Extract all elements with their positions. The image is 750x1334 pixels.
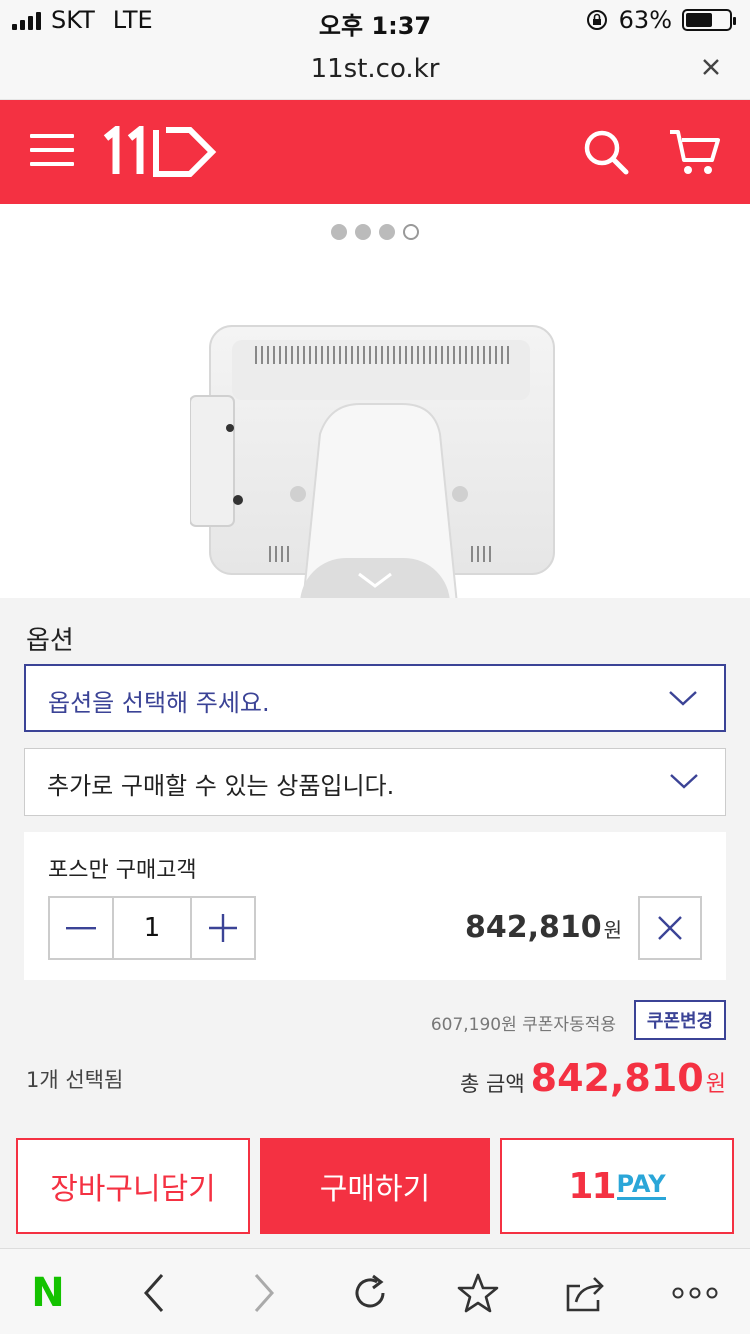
- status-bar: SKT LTE 오후 1:37 63%: [0, 0, 750, 40]
- app-header: [0, 100, 750, 204]
- chevron-right-icon: [254, 1274, 275, 1312]
- chevron-down-icon: [358, 572, 392, 588]
- search-icon[interactable]: [580, 126, 632, 178]
- total-amount: 842,810: [530, 1056, 704, 1100]
- close-icon: [658, 916, 682, 940]
- browser-url-bar: 11st.co.kr: [0, 40, 750, 100]
- browser-toolbar: N: [0, 1248, 750, 1334]
- option-select[interactable]: 옵션을 선택해 주세요.: [24, 664, 726, 732]
- rotation-lock-icon: [586, 10, 607, 30]
- selected-count: 1개 선택됨: [26, 1068, 124, 1092]
- gallery-dot[interactable]: [355, 224, 371, 240]
- option-price-value: 842,810: [464, 910, 602, 945]
- bookmark-button[interactable]: [456, 1271, 500, 1315]
- reload-icon: [355, 1274, 385, 1308]
- total-price: 총 금액 842,810 원: [460, 1056, 726, 1100]
- purchase-actions: 장바구니담기 구매하기 11 PAY: [16, 1138, 734, 1234]
- options-title: 옵션: [26, 626, 74, 656]
- additional-product-placeholder: 추가로 구매할 수 있는 상품입니다.: [47, 772, 395, 800]
- reload-button[interactable]: [348, 1271, 392, 1315]
- collapse-options-button[interactable]: [300, 558, 450, 598]
- cart-icon[interactable]: [666, 124, 722, 180]
- additional-product-select[interactable]: 추가로 구매할 수 있는 상품입니다.: [24, 748, 726, 816]
- chevron-down-icon: [669, 691, 697, 706]
- total-label: 총 금액: [460, 1072, 525, 1096]
- minus-icon: [66, 927, 96, 930]
- purchase-options-panel: 옵션 옵션을 선택해 주세요. 추가로 구매할 수 있는 상품입니다. 포스만 …: [0, 598, 750, 1248]
- share-button[interactable]: [564, 1271, 608, 1315]
- 11pay-button[interactable]: 11 PAY: [500, 1138, 734, 1234]
- total-unit: 원: [705, 1072, 726, 1097]
- battery-icon: [682, 9, 736, 31]
- quantity-value[interactable]: 1: [112, 898, 192, 958]
- star-icon: [457, 1273, 499, 1313]
- selected-option-card: 포스만 구매고객 1 842,810 원: [24, 832, 726, 980]
- back-button[interactable]: [132, 1271, 176, 1315]
- product-image: [190, 325, 555, 598]
- naver-home-button[interactable]: N: [26, 1270, 70, 1316]
- option-select-placeholder: 옵션을 선택해 주세요.: [48, 689, 270, 717]
- 11pay-logo-number: 11: [568, 1165, 616, 1207]
- 11pay-logo: 11 PAY: [568, 1165, 666, 1207]
- hamburger-menu-icon[interactable]: [30, 134, 74, 170]
- buy-now-button[interactable]: 구매하기: [260, 1138, 490, 1234]
- forward-button[interactable]: [242, 1271, 286, 1315]
- coupon-auto-applied-note: 607,190원 쿠폰자동적용: [430, 1015, 616, 1035]
- close-icon[interactable]: [696, 52, 726, 82]
- quantity-stepper: 1: [48, 896, 256, 960]
- gallery-dot[interactable]: [331, 224, 347, 240]
- option-price-unit: 원: [603, 918, 622, 942]
- share-icon: [566, 1277, 604, 1312]
- selected-option-name: 포스만 구매고객: [48, 858, 197, 883]
- gallery-dot-active[interactable]: [403, 224, 419, 240]
- chevron-down-icon: [670, 774, 698, 789]
- option-price: 842,810 원: [465, 910, 622, 945]
- more-dots-icon: [672, 1287, 718, 1299]
- more-options-button[interactable]: [672, 1271, 718, 1315]
- decrease-quantity-button[interactable]: [50, 898, 112, 958]
- battery-percent: 63%: [618, 6, 672, 34]
- remove-option-button[interactable]: [638, 896, 702, 960]
- plus-icon: [209, 914, 237, 942]
- gallery-pagination: [0, 224, 750, 240]
- add-to-cart-button[interactable]: 장바구니담기: [16, 1138, 250, 1234]
- chevron-left-icon: [143, 1274, 164, 1312]
- product-image-gallery[interactable]: [0, 204, 750, 598]
- 11st-logo[interactable]: [100, 126, 220, 178]
- increase-quantity-button[interactable]: [192, 898, 254, 958]
- gallery-dot[interactable]: [379, 224, 395, 240]
- url-text[interactable]: 11st.co.kr: [0, 54, 750, 84]
- 11pay-logo-text: PAY: [616, 1170, 666, 1200]
- change-coupon-button[interactable]: 쿠폰변경: [634, 1000, 726, 1040]
